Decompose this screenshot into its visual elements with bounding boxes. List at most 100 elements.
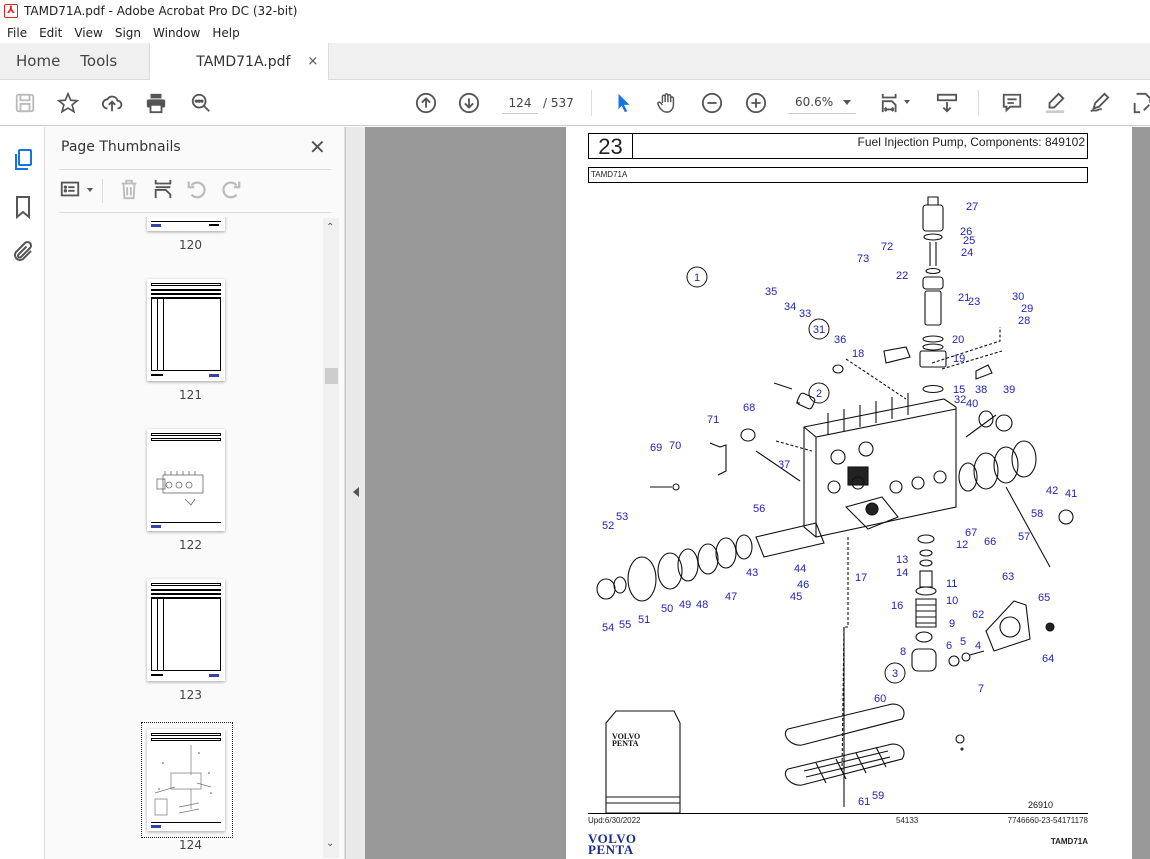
thumbnail-label: 122 xyxy=(179,538,202,552)
zoom-dropdown-icon[interactable] xyxy=(843,100,851,105)
document-tab-label: TAMD71A.pdf xyxy=(196,53,291,70)
collapse-panel-icon[interactable] xyxy=(353,487,359,497)
page-thumbnails-icon[interactable] xyxy=(11,148,35,172)
callout-number: 13 xyxy=(896,554,908,566)
thumbnail-page[interactable] xyxy=(147,579,225,681)
callout-number: 46 xyxy=(797,579,809,591)
scroll-mode-icon[interactable] xyxy=(935,91,959,115)
upload-cloud-icon[interactable] xyxy=(100,91,124,115)
hand-icon[interactable] xyxy=(655,91,679,115)
callout-number: 20 xyxy=(952,334,964,346)
thumbnail-page[interactable] xyxy=(147,217,225,231)
model-box: TAMD71A xyxy=(588,167,1088,183)
edit-pdf-icon[interactable] xyxy=(1130,91,1150,115)
panel-divider xyxy=(59,169,331,170)
callout-number: 51 xyxy=(638,614,650,626)
bookmark-star-icon[interactable] xyxy=(56,91,80,115)
menu-view[interactable]: View xyxy=(67,26,107,40)
menu-sign[interactable]: Sign xyxy=(108,26,146,40)
sign-pen-icon[interactable] xyxy=(1087,91,1111,115)
page-code: 54133 xyxy=(896,816,919,825)
delete-page-icon[interactable] xyxy=(118,178,142,202)
fit-page-dropdown-icon[interactable] xyxy=(904,100,910,104)
callout-number: 71 xyxy=(707,414,719,426)
save-icon[interactable] xyxy=(13,91,37,115)
highlight-icon[interactable] xyxy=(1043,91,1067,115)
thumbnail-page-selected[interactable] xyxy=(147,729,225,831)
callout-number: 24 xyxy=(961,247,973,259)
callout-circled: 31 xyxy=(813,324,825,336)
menu-file[interactable]: File xyxy=(0,26,32,40)
search-zoom-icon[interactable] xyxy=(189,91,213,115)
zoom-out-icon[interactable] xyxy=(700,91,724,115)
bookmarks-icon[interactable] xyxy=(11,195,35,220)
zoom-in-icon[interactable] xyxy=(744,91,768,115)
part-reference: 7746660-23-54171178 xyxy=(1007,816,1088,825)
left-rail xyxy=(0,127,45,859)
panel-collapse-strip[interactable] xyxy=(345,127,365,859)
thumbnail-scrollbar[interactable]: ⌃ ⌄ xyxy=(323,218,339,858)
callout-number: 10 xyxy=(946,595,958,607)
callout-number: 5 xyxy=(960,636,966,648)
callout-number: 54 xyxy=(602,622,614,634)
callout-number: 17 xyxy=(855,572,867,584)
thumbnail-label: 124 xyxy=(179,838,202,852)
callout-number: 72 xyxy=(881,241,893,253)
attachments-icon[interactable] xyxy=(11,240,35,264)
thumbnail-options-dropdown-icon[interactable] xyxy=(87,188,93,192)
tab-tools[interactable]: Tools xyxy=(76,43,133,79)
select-pointer-icon[interactable] xyxy=(612,91,636,115)
fit-page-icon[interactable] xyxy=(879,91,903,115)
callout-number: 67 xyxy=(965,527,977,539)
thumbnail-list: 120 121 122 123 124 xyxy=(59,217,322,857)
page-down-icon[interactable] xyxy=(457,91,481,115)
rotate-cw-icon[interactable] xyxy=(220,178,244,202)
callout-number: 48 xyxy=(696,599,708,611)
panel-toolbar-divider xyxy=(102,179,103,203)
scrollbar-thumb[interactable] xyxy=(325,368,338,384)
callout-number: 50 xyxy=(661,603,673,615)
menu-help[interactable]: Help xyxy=(205,26,244,40)
print-icon[interactable] xyxy=(144,91,168,115)
callout-number: 11 xyxy=(946,578,957,590)
total-pages: / 537 xyxy=(543,96,574,110)
scroll-down-icon[interactable]: ⌄ xyxy=(326,838,334,849)
callout-number: 42 xyxy=(1046,485,1058,497)
footer-rule xyxy=(588,813,1088,814)
callout-number: 73 xyxy=(857,253,869,265)
thumbnail-label: 123 xyxy=(179,688,202,702)
page-thumbnails-panel: Page Thumbnails ✕ 120 121 122 123 124 xyxy=(45,127,345,859)
callout-number: 53 xyxy=(616,511,628,523)
thumbnail-options-icon[interactable] xyxy=(59,178,83,202)
callout-number: 27 xyxy=(966,201,978,213)
page-up-icon[interactable] xyxy=(414,91,438,115)
document-scrollbar[interactable] xyxy=(1132,127,1150,859)
callout-number: 30 xyxy=(1012,291,1024,303)
callout-number: 45 xyxy=(790,591,802,603)
thumbnail-page[interactable] xyxy=(147,429,225,531)
thumbnail-label: 120 xyxy=(179,238,202,252)
rotate-ccw-icon[interactable] xyxy=(186,178,210,202)
page-title: Fuel Injection Pump, Components: 849102 xyxy=(857,135,1085,149)
callout-number: 49 xyxy=(679,599,691,611)
tab-home[interactable]: Home xyxy=(0,43,76,79)
menu-edit[interactable]: Edit xyxy=(32,26,67,40)
close-tab-button[interactable]: × xyxy=(307,54,318,69)
callout-number: 41 xyxy=(1065,488,1077,500)
current-page-input[interactable] xyxy=(502,92,538,114)
close-panel-button[interactable]: ✕ xyxy=(309,135,326,159)
callout-number: 18 xyxy=(852,348,864,360)
menu-window[interactable]: Window xyxy=(146,26,205,40)
comment-icon[interactable] xyxy=(1000,91,1024,115)
callout-number: 26 xyxy=(960,226,972,238)
insert-page-icon[interactable] xyxy=(152,178,176,202)
callout-number: 29 xyxy=(1021,303,1033,315)
logo-line-2: PENTA xyxy=(588,842,634,857)
section-number: 23 xyxy=(589,134,633,159)
callout-number: 36 xyxy=(834,334,846,346)
thumbnail-page[interactable] xyxy=(147,279,225,381)
callout-circled: 1 xyxy=(694,272,700,284)
tab-document[interactable]: TAMD71A.pdf × xyxy=(149,43,330,80)
callout-number: 40 xyxy=(966,398,978,410)
scroll-up-icon[interactable]: ⌃ xyxy=(326,222,334,233)
